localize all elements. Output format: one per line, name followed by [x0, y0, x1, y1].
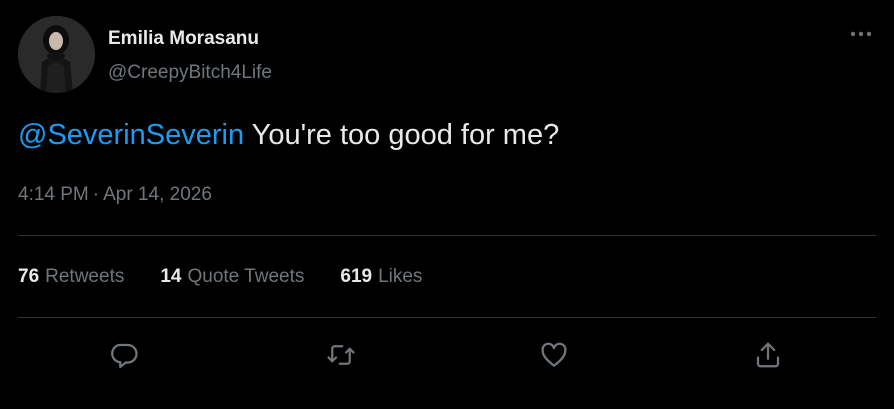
tweet-date: Apr 14, 2026 [103, 184, 212, 205]
share-button[interactable] [751, 338, 785, 372]
quote-tweets-stat[interactable]: 14 Quote Tweets [160, 266, 304, 288]
likes-count: 619 [340, 266, 373, 287]
retweets-count: 76 [18, 266, 40, 287]
likes-label: Likes [378, 266, 423, 287]
divider [18, 235, 876, 236]
heart-icon [541, 342, 567, 367]
reply-button[interactable] [107, 338, 141, 372]
timestamp-separator: · [92, 184, 100, 205]
user-handle[interactable]: @CreepyBitch4Life [108, 62, 272, 84]
like-button[interactable] [537, 338, 571, 372]
quote-tweets-count: 14 [160, 266, 182, 287]
avatar[interactable] [18, 16, 95, 93]
quote-tweets-label: Quote Tweets [187, 266, 305, 287]
mention-link[interactable]: @SeverinSeverin [18, 119, 244, 151]
share-icon [756, 342, 780, 368]
likes-stat[interactable]: 619 Likes [340, 266, 422, 288]
tweet-text: @SeverinSeverin You're too good for me? [18, 119, 559, 152]
reply-icon [111, 343, 138, 368]
display-name[interactable]: Emilia Morasanu [108, 28, 259, 50]
tweet-body: You're too good for me? [244, 119, 560, 151]
retweet-icon [327, 345, 355, 365]
tweet-detail: Emilia Morasanu @CreepyBitch4Life @Sever… [0, 0, 894, 409]
retweets-stat[interactable]: 76 Retweets [18, 266, 124, 288]
timestamp[interactable]: 4:14 PM · Apr 14, 2026 [18, 184, 212, 206]
tweet-time: 4:14 PM [18, 184, 89, 205]
retweet-button[interactable] [324, 338, 358, 372]
retweets-label: Retweets [45, 266, 125, 287]
divider [18, 317, 876, 318]
more-icon[interactable] [846, 22, 876, 46]
engagement-stats: 76 Retweets 14 Quote Tweets 619 Likes [18, 266, 422, 288]
